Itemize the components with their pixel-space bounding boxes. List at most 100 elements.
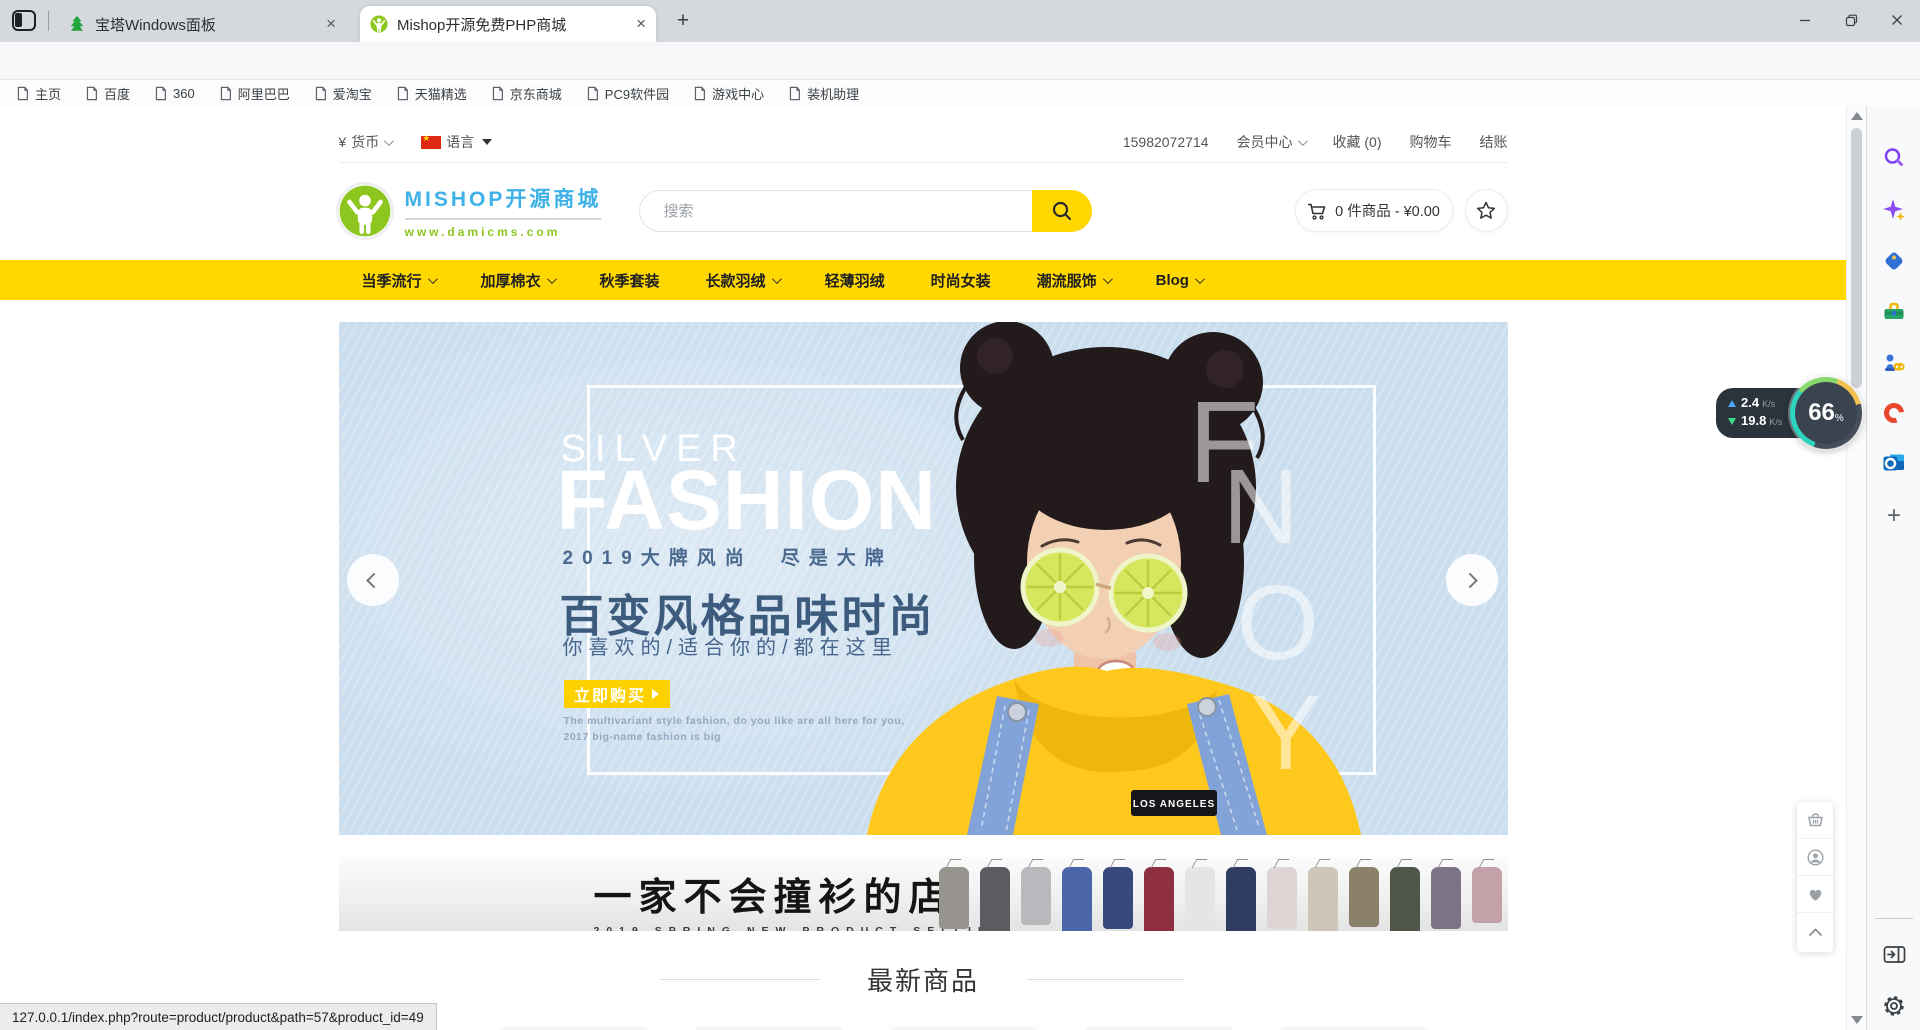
settings-gear-icon[interactable] [1882,994,1906,1018]
sidebar-toggle-icon[interactable] [1882,942,1906,966]
tab-actions-icon[interactable] [12,10,36,31]
bookmark-label: 阿里巴巴 [238,84,290,103]
microsoft365-icon[interactable] [1882,401,1906,425]
scrollbar-thumb[interactable] [1851,128,1862,388]
star-icon [1476,201,1496,220]
garment [1103,867,1133,929]
mishop-favicon [370,15,388,33]
garment [1472,867,1502,923]
shopping-icon[interactable] [1882,249,1906,273]
product-card-partial[interactable] [1279,1026,1429,1030]
page-scrollbar[interactable] [1846,106,1866,1030]
currency-selector[interactable]: ¥ 货币 [339,132,392,152]
carousel-prev-button[interactable] [347,554,399,606]
product-card-partial[interactable] [889,1026,1039,1030]
garment [1349,867,1379,927]
language-selector[interactable]: 语言 [421,132,492,152]
copilot-icon[interactable] [1882,198,1906,222]
widget-cart-button[interactable] [1797,802,1833,839]
nav-item[interactable]: 秋季套装 [577,260,683,300]
nav-item[interactable]: 加厚棉衣 [458,260,577,300]
nav-item[interactable]: 轻薄羽绒 [802,260,908,300]
bookmark-item[interactable]: PC9软件园 [586,84,669,103]
memory-gauge[interactable]: 66 % [1790,377,1862,449]
nav-item[interactable]: 长款羽绒 [683,260,802,300]
nav-item[interactable]: Blog [1133,260,1225,300]
buy-now-button[interactable]: 立即购买 [564,680,670,708]
bookmark-item[interactable]: 天猫精选 [396,84,467,103]
tab-close-icon[interactable]: × [636,14,646,34]
toolbox-icon[interactable] [1882,299,1906,323]
bookmark-item[interactable]: 游戏中心 [693,84,764,103]
cart-summary-button[interactable]: 0 件商品 - ¥0.00 [1295,189,1453,232]
gauge-percent: 66 [1808,399,1835,427]
wishlist-link[interactable]: 收藏 (0) [1333,132,1382,152]
checkout-link[interactable]: 结账 [1480,132,1508,152]
search-button[interactable] [1032,190,1092,232]
banner-title: FASHION [557,458,937,542]
site-logo[interactable]: MISHOP开源商城 www.damicms.com [339,183,602,239]
bookmark-item[interactable]: 百度 [85,84,130,103]
games-icon[interactable] [1882,351,1906,375]
chevron-right-icon [1462,572,1478,588]
search-input[interactable] [640,191,1030,231]
chevron-left-icon [366,572,382,588]
banner-tagline: 2019大牌风尚 尽是大牌 [563,543,893,570]
decorative-letter: Y [1251,680,1322,786]
bookmark-item[interactable]: 360 [154,86,195,101]
widget-back-to-top-button[interactable] [1797,913,1833,950]
new-tab-button[interactable]: + [668,8,698,36]
bookmark-item[interactable]: 京东商城 [491,84,562,103]
site-topbar: ¥ 货币 语言 15982072714 会员中心 收藏 (0) 购物车 [339,106,1508,163]
tab-title: 宝塔Windows面板 [95,14,318,35]
page-icon [491,86,504,101]
page-icon [586,86,599,101]
scroll-up-arrow[interactable] [1851,112,1863,120]
user-icon [1807,849,1824,866]
cart-link[interactable]: 购物车 [1410,132,1452,152]
nav-item[interactable]: 时尚女装 [908,260,1014,300]
nav-item[interactable]: 当季流行 [339,260,458,300]
hero-banner[interactable]: FNOY SILVER FASHION 2019大牌风尚 尽是大牌 百变风格品味… [339,322,1508,835]
sidebar-search-icon[interactable] [1882,146,1906,170]
nav-item[interactable]: 潮流服饰 [1014,260,1133,300]
decorative-letter: O [1237,570,1319,676]
garment [1308,867,1338,931]
widget-account-button[interactable] [1797,839,1833,876]
bookmark-label: PC9软件园 [605,84,669,103]
search-icon [1051,200,1073,222]
tab-close-icon[interactable]: × [326,14,336,34]
banner-subline: 你喜欢的/适合你的/都在这里 [563,631,898,660]
favorites-button[interactable] [1465,189,1508,232]
product-card-partial[interactable] [499,1026,649,1030]
promo-stripe-banner[interactable]: 一家不会撞衫的店 2019 SPRING NEW PRODUCT SELLING [339,857,1508,931]
bookmark-item[interactable]: 装机助理 [788,84,859,103]
sidebar-add-icon[interactable]: + [1882,504,1906,528]
latest-products-section: 最新商品 [339,961,1508,998]
garment [1062,867,1092,931]
bookmark-item[interactable]: 爱淘宝 [314,84,372,103]
page-icon [693,86,706,101]
outlook-icon[interactable] [1882,451,1906,475]
member-center-link[interactable]: 会员中心 [1237,132,1305,152]
garment [1226,867,1256,931]
bookmark-item[interactable]: 主页 [16,84,61,103]
tab-baota[interactable]: 宝塔Windows面板 × [58,6,346,42]
carousel-next-button[interactable] [1446,554,1498,606]
bookmark-label: 游戏中心 [712,84,764,103]
widget-wishlist-button[interactable] [1797,876,1833,913]
minimize-button[interactable] [1782,0,1828,40]
chevron-up-icon [1808,927,1823,937]
bookmark-label: 主页 [35,84,61,103]
product-card-partial[interactable] [1084,1026,1234,1030]
baota-favicon [68,15,86,33]
product-card-partial[interactable] [694,1026,844,1030]
close-window-button[interactable] [1874,0,1920,40]
bookmark-item[interactable]: 阿里巴巴 [219,84,290,103]
tab-mishop[interactable]: Mishop开源免费PHP商城 × [360,6,656,42]
floating-toolbar [1797,802,1833,952]
scroll-down-arrow[interactable] [1851,1016,1863,1024]
page-icon [314,86,327,101]
chevron-down-icon [1297,136,1307,146]
restore-button[interactable] [1828,0,1874,40]
